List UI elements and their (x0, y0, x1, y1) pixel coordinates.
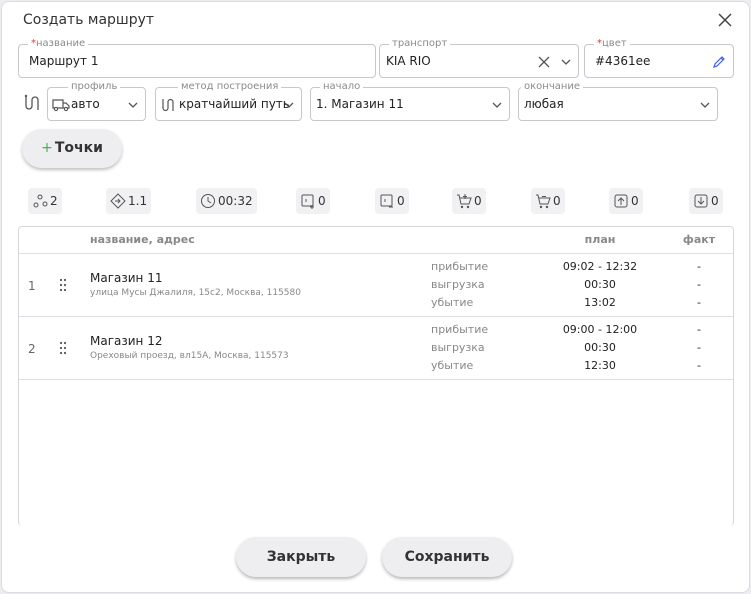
fact-arrival: - (697, 260, 701, 273)
plan-unload: 00:30 (584, 278, 616, 291)
plan-arrival: 09:00 - 12:00 (562, 323, 638, 336)
chevron-down-icon[interactable] (283, 99, 295, 111)
method-select[interactable]: метод построения кратчайший путь (155, 80, 302, 121)
fact-departure: - (697, 359, 701, 372)
stat-points-value: 2 (50, 194, 58, 208)
close-icon[interactable] (716, 11, 734, 29)
chevron-down-icon[interactable] (560, 56, 572, 68)
color-field-label: *цвет (594, 37, 630, 50)
clear-icon[interactable] (538, 56, 550, 68)
drag-handle-icon[interactable] (59, 341, 67, 355)
event-arrival: прибытие (431, 260, 489, 273)
row-number: 2 (28, 342, 36, 356)
event-arrival: прибытие (431, 323, 489, 336)
point-address: Ореховый проезд, вл15А, Москва, 115573 (90, 351, 289, 361)
color-picker-icon[interactable] (712, 55, 726, 69)
name-field[interactable]: *название Маршрут 1 (18, 37, 376, 78)
method-value: кратчайший путь (179, 97, 290, 111)
box-up-icon (614, 194, 628, 208)
point-name: Магазин 12 (90, 334, 163, 348)
name-input[interactable]: Маршрут 1 (29, 54, 98, 68)
plan-unload: 00:30 (584, 341, 616, 354)
start-value: 1. Магазин 11 (316, 97, 404, 111)
event-unload: выгрузка (431, 278, 485, 291)
load-plus-icon (301, 194, 314, 209)
end-select[interactable]: окончание любая (518, 80, 718, 121)
load-minus-icon (380, 194, 393, 208)
plan-departure: 12:30 (584, 359, 616, 372)
truck-icon (52, 99, 70, 112)
stat-distance: 1.1 (106, 188, 152, 214)
profile-value: авто (71, 97, 100, 111)
fact-unload: - (697, 341, 701, 354)
header-fact: факт (682, 233, 716, 246)
chevron-down-icon[interactable] (491, 99, 503, 111)
fact-arrival: - (697, 323, 701, 336)
drag-handle-icon[interactable] (59, 278, 67, 292)
stat-cart-minus-value: 0 (553, 194, 561, 208)
stat-distance-value: 1.1 (128, 194, 148, 208)
method-label: метод построения (178, 80, 282, 93)
chevron-down-icon[interactable] (699, 99, 711, 111)
plan-departure: 13:02 (584, 296, 616, 309)
point-address: улица Мусы Джалиля, 15с2, Москва, 115580 (90, 288, 301, 298)
stat-cart-plus-value: 0 (474, 194, 482, 208)
transport-value: KIA RIO (386, 54, 431, 68)
chevron-down-icon[interactable] (127, 99, 139, 111)
stat-box-down: 0 (689, 188, 723, 214)
stat-box-down-value: 0 (711, 194, 719, 208)
fact-unload: - (697, 278, 701, 291)
distance-icon (110, 193, 126, 209)
name-field-label: *название (28, 37, 89, 50)
event-unload: выгрузка (431, 341, 485, 354)
transport-label: транспорт (389, 37, 451, 50)
color-input[interactable]: #4361ee (595, 54, 650, 68)
row-number: 1 (28, 279, 36, 293)
color-field[interactable]: *цвет #4361ee (584, 37, 734, 78)
cart-plus-icon (457, 194, 472, 209)
stat-time-value: 00:32 (218, 194, 253, 208)
table-header: название, адрес план факт (19, 227, 733, 254)
start-label: начало (320, 80, 364, 93)
table-row[interactable]: 2 Магазин 12 Ореховый проезд, вл15А, Мос… (19, 317, 733, 380)
add-points-label: Точки (54, 140, 103, 156)
stat-time: 00:32 (196, 188, 257, 214)
plan-arrival: 09:02 - 12:32 (562, 260, 638, 273)
start-select[interactable]: начало 1. Магазин 11 (310, 80, 510, 121)
box-down-icon (694, 194, 708, 208)
plus-icon: + (41, 140, 53, 156)
route-icon (24, 94, 39, 110)
stat-cart-minus: 0 (531, 188, 565, 214)
close-button[interactable]: Закрыть (236, 537, 366, 577)
table-row[interactable]: 1 Магазин 11 улица Мусы Джалиля, 15с2, М… (19, 254, 733, 317)
header-name: название, адрес (90, 233, 195, 246)
stat-box-up-value: 0 (631, 194, 639, 208)
header-plan: план (584, 233, 616, 246)
stat-load-plus: 0 (296, 188, 330, 214)
profile-select[interactable]: профиль авто (47, 80, 146, 121)
fact-departure: - (697, 296, 701, 309)
profile-label: профиль (68, 80, 121, 93)
stat-load-plus-value: 0 (318, 194, 326, 208)
points-icon (33, 194, 48, 208)
point-name: Магазин 11 (90, 271, 163, 285)
stat-points: 2 (28, 188, 62, 214)
stat-box-up: 0 (609, 188, 643, 214)
stat-cart-plus: 0 (452, 188, 486, 214)
add-points-button[interactable]: + Точки (22, 129, 122, 168)
cart-minus-icon (536, 194, 551, 209)
dialog-title: Создать маршрут (23, 12, 155, 28)
event-departure: убытие (431, 359, 474, 372)
stat-load-minus-value: 0 (397, 194, 405, 208)
clock-icon (201, 194, 215, 208)
event-departure: убытие (431, 296, 474, 309)
transport-select[interactable]: транспорт KIA RIO (379, 37, 579, 78)
stat-load-minus: 0 (375, 188, 409, 214)
end-label: окончание (521, 80, 584, 93)
route-points-table: название, адрес план факт 1 Магазин 11 у… (18, 226, 734, 526)
save-button[interactable]: Сохранить (382, 537, 512, 577)
end-value: любая (524, 97, 564, 111)
route-method-icon (162, 98, 174, 112)
